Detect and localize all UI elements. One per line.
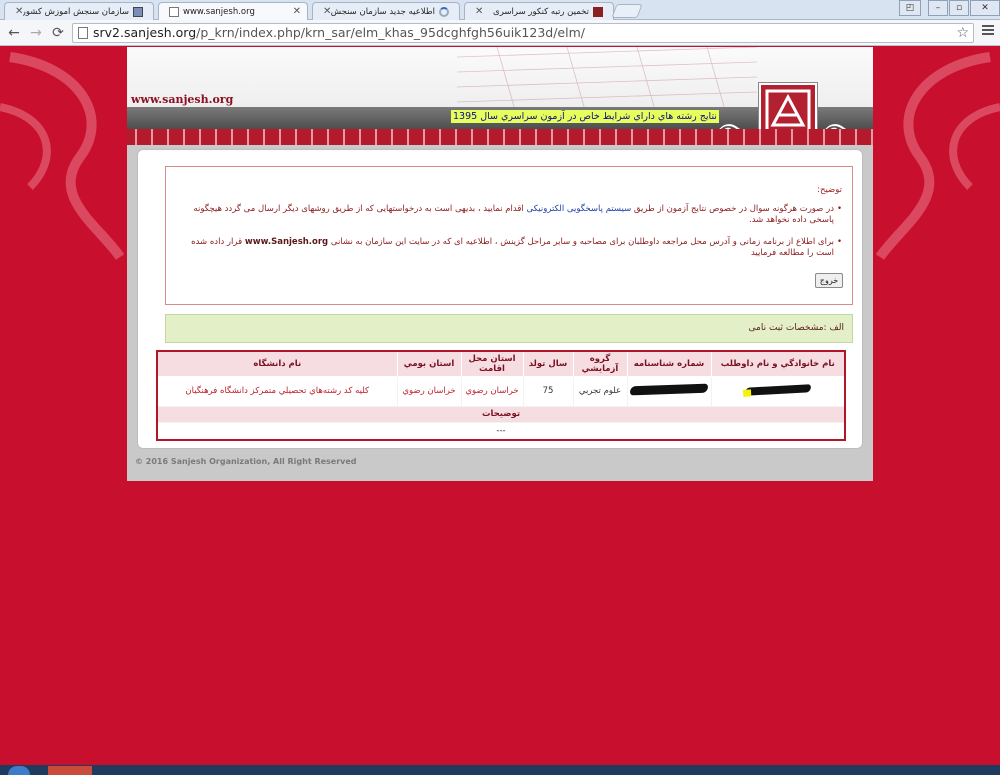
notice-box: توضیح: در صورت هرگونه سوال در خصوص نتایج… xyxy=(165,166,853,305)
notice-item-1-text-start: در صورت هرگونه سوال در خصوص نتایج آزمون … xyxy=(631,204,834,214)
site-url-text[interactable]: www.sanjesh.org xyxy=(131,93,233,106)
description-header: توضيحات xyxy=(156,405,846,423)
description-row: --- xyxy=(156,421,846,441)
site-banner: www.sanjesh.org نتايج رشته هاي داراي شرا… xyxy=(127,47,873,145)
page-favicon-icon xyxy=(169,6,179,17)
decorative-ornament-left xyxy=(0,52,125,260)
redacted-id-number xyxy=(629,383,709,396)
tab-www-sanjesh-org[interactable]: www.sanjesh.org ✕ xyxy=(158,2,308,20)
maximize-button[interactable]: ▫ xyxy=(949,0,969,16)
notice-title: توضیح: xyxy=(817,185,842,195)
tab-sanjesh-announcement[interactable]: اطلاعیه جدید سازمان سنجش در ... ✕ xyxy=(312,2,460,20)
tab-sanjesh-org[interactable]: سازمان سنجش آموزش کشور ✕ xyxy=(4,2,154,20)
page-icon xyxy=(78,27,88,39)
header-birth-year: سال تولد xyxy=(522,350,574,377)
new-tab-button[interactable] xyxy=(611,4,643,18)
sanjesh-favicon-icon xyxy=(133,6,143,17)
tab-close-icon[interactable]: ✕ xyxy=(475,6,483,17)
user-profile-icon[interactable]: ◰ xyxy=(899,0,921,16)
window-controls: ◰ – ▫ ✕ xyxy=(898,0,1000,16)
star-icon[interactable]: ☆ xyxy=(956,24,969,42)
news-ticker[interactable]: نتايج رشته هاي داراي شرايط خاص در آزمون … xyxy=(451,110,719,123)
minimize-button[interactable]: – xyxy=(928,0,948,16)
browser-tab-strip: سازمان سنجش آموزش کشور ✕ www.sanjesh.org… xyxy=(0,0,1000,20)
os-taskbar xyxy=(0,765,1000,775)
menu-icon[interactable] xyxy=(982,25,994,37)
notice-item-2-text-start: برای اطلاع از برنامه زمانی و آدرس محل مر… xyxy=(328,237,834,247)
start-button[interactable] xyxy=(8,766,30,775)
address-host: srv2.sanjesh.org xyxy=(93,25,197,40)
forward-arrow-icon[interactable]: → xyxy=(28,24,44,42)
tab-close-icon[interactable]: ✕ xyxy=(15,6,23,17)
page-background: www.sanjesh.org نتايج رشته هاي داراي شرا… xyxy=(0,47,1000,765)
header-residence-province: استان محل اقامت xyxy=(460,350,524,377)
address-bar[interactable]: srv2.sanjesh.org/p_krn/index.php/krn_sar… xyxy=(72,23,974,43)
address-path: /p_krn/index.php/krn_sar/elm_khas_95dcgh… xyxy=(196,25,585,40)
tab-close-icon[interactable]: ✕ xyxy=(323,6,331,17)
header-group: گروه آزمايشي xyxy=(572,350,628,377)
candidate-info-table: نام خانوادگي و نام داوطلب شماره شناسنامه… xyxy=(156,350,846,441)
loading-favicon-icon xyxy=(439,6,449,17)
tab-rank-estimate[interactable]: تخمین رتبه کنکور سراسری ✕ xyxy=(464,2,614,20)
banner-lace-border xyxy=(127,129,873,145)
copyright-text: © 2016 Sanjesh Organization, All Right R… xyxy=(135,457,357,466)
back-arrow-icon[interactable]: ← xyxy=(6,24,22,42)
cell-name xyxy=(710,375,846,407)
browser-toolbar: ← → ⟳ srv2.sanjesh.org/p_krn/index.php/k… xyxy=(0,20,1000,46)
content-panel: توضیح: در صورت هرگونه سوال در خصوص نتایج… xyxy=(137,149,863,449)
reload-icon[interactable]: ⟳ xyxy=(50,24,66,42)
table-header-row: نام خانوادگي و نام داوطلب شماره شناسنامه… xyxy=(156,350,846,377)
cell-residence-province: خراسان رضوي xyxy=(460,375,524,407)
tab-close-icon[interactable]: ✕ xyxy=(293,6,301,17)
cell-university: کليه کد رشته‌هاي تحصيلي متمرکز دانشگاه ف… xyxy=(156,375,398,407)
notice-list: در صورت هرگونه سوال در خصوص نتایج آزمون … xyxy=(178,204,842,259)
description-header-row: توضيحات xyxy=(156,405,846,423)
description-value: --- xyxy=(156,421,846,441)
cell-id-number xyxy=(626,375,712,407)
tab-title: اطلاعیه جدید سازمان سنجش در ... xyxy=(331,6,435,17)
cell-native-province: خراسان رضوي xyxy=(396,375,462,407)
tab-title: سازمان سنجش آموزش کشور xyxy=(23,6,129,17)
close-window-button[interactable]: ✕ xyxy=(970,0,1000,16)
header-university: نام دانشگاه xyxy=(156,350,398,377)
site-container: www.sanjesh.org نتايج رشته هاي داراي شرا… xyxy=(127,47,873,481)
notice-item-1: در صورت هرگونه سوال در خصوص نتایج آزمون … xyxy=(178,204,842,226)
header-native-province: استان بومي xyxy=(396,350,462,377)
taskbar-item[interactable] xyxy=(48,766,92,775)
notice-item-2: برای اطلاع از برنامه زمانی و آدرس محل مر… xyxy=(178,237,842,259)
answering-system-link[interactable]: سیستم پاسخگویی الکترونیکی xyxy=(526,204,631,214)
redacted-name xyxy=(742,383,811,397)
section-title-bar: الف :مشخصات ثبت نامی xyxy=(165,314,853,343)
exit-button[interactable]: خروج xyxy=(815,273,843,288)
sanjesh-site-link[interactable]: www.Sanjesh.org xyxy=(245,237,328,247)
tab-title: تخمین رتبه کنکور سراسری xyxy=(493,6,589,17)
cell-group: علوم تجربي xyxy=(572,375,628,407)
header-id-number: شماره شناسنامه xyxy=(626,350,712,377)
tab-title: www.sanjesh.org xyxy=(183,6,255,17)
site-favicon-icon xyxy=(593,6,603,17)
decorative-ornament-right xyxy=(875,52,1000,260)
table-row: علوم تجربي 75 خراسان رضوي خراسان رضوي کل… xyxy=(156,375,846,407)
cell-birth-year: 75 xyxy=(522,375,574,407)
header-name: نام خانوادگي و نام داوطلب xyxy=(710,350,846,377)
